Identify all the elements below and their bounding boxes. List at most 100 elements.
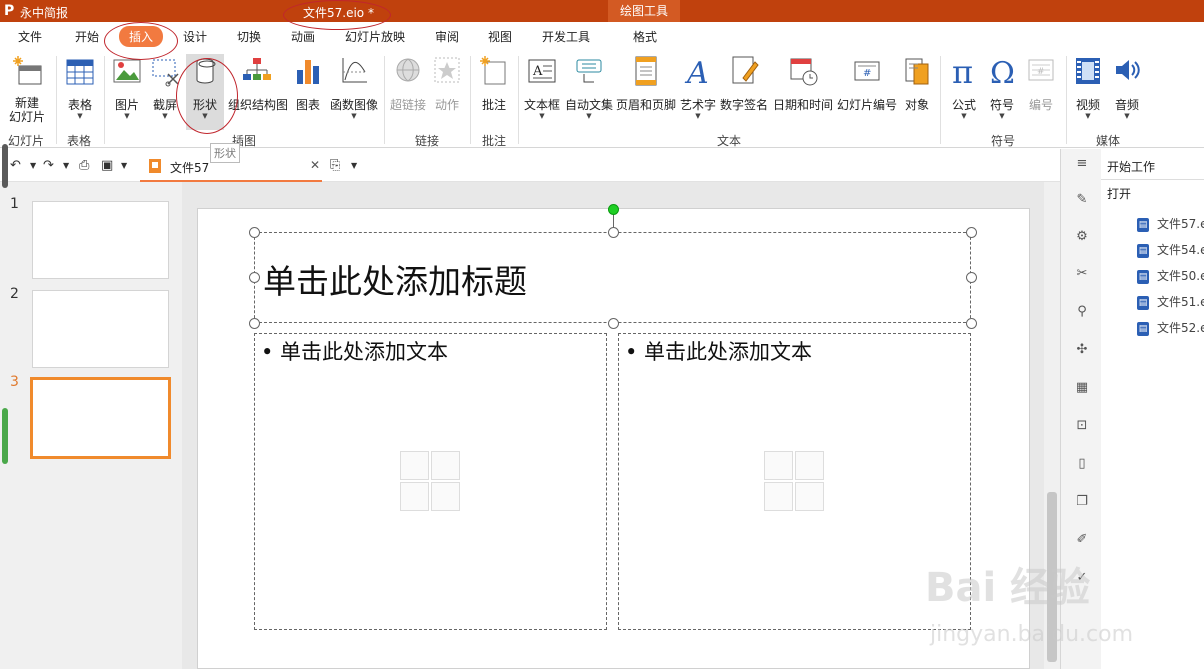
tab-animations[interactable]: 动画 — [291, 28, 315, 45]
tab-format[interactable]: 格式 — [633, 28, 657, 45]
sliders-icon[interactable]: ⚙ — [1075, 230, 1089, 244]
undo-dropdown-icon[interactable]: ▼ — [30, 161, 36, 170]
grid-icon[interactable]: ▦ — [1075, 381, 1089, 395]
pin-icon[interactable]: ⚲ — [1075, 305, 1089, 319]
new-slide-button[interactable]: 新建 幻灯片 — [4, 54, 50, 130]
open-label[interactable]: 打开 — [1107, 185, 1131, 202]
chevron-down-icon: ▼ — [999, 112, 1005, 120]
resize-handle[interactable] — [966, 227, 977, 238]
formula-button[interactable]: π 公式 ▼ — [946, 54, 982, 130]
insert-media-icon[interactable] — [795, 482, 824, 511]
chevron-down-icon: ▼ — [961, 112, 967, 120]
date-time-button[interactable]: 日期和时间 — [772, 54, 834, 130]
autotext-button[interactable]: 自动文集 ▼ — [564, 54, 614, 130]
tab-review[interactable]: 审阅 — [435, 28, 459, 45]
tab-home[interactable]: 开始 — [75, 28, 99, 45]
panel-resize-handle[interactable] — [2, 144, 8, 188]
chevron-down-icon: ▼ — [77, 112, 83, 120]
resize-icon[interactable]: ⊡ — [1075, 419, 1089, 433]
svg-text:#: # — [863, 68, 871, 79]
pencil-icon[interactable]: ✎ — [1075, 193, 1089, 207]
digital-signature-button[interactable]: 数字签名 — [718, 54, 770, 130]
content-placeholder-left[interactable]: • 单击此处添加文本 — [254, 333, 607, 630]
resize-handle[interactable] — [249, 318, 260, 329]
content-placeholder-left-text: • 单击此处添加文本 — [261, 340, 449, 364]
puzzle-icon[interactable]: ✣ — [1075, 343, 1089, 357]
action-button[interactable]: 动作 — [430, 54, 464, 130]
recent-file-name: 文件50.e — [1157, 269, 1204, 283]
panel-menu-icon[interactable]: ≡ — [1075, 157, 1089, 171]
title-placeholder[interactable]: 单击此处添加标题 — [254, 232, 971, 323]
tab-slideshow[interactable]: 幻灯片放映 — [345, 28, 405, 45]
object-button[interactable]: 对象 — [900, 54, 934, 130]
chevron-down-icon: ▼ — [695, 112, 701, 120]
slide-thumbnail-2[interactable] — [32, 290, 169, 368]
slide-number-icon: # — [854, 61, 880, 81]
recent-file-item[interactable]: ▤ 文件57.e — [1137, 215, 1204, 232]
resize-handle[interactable] — [608, 318, 619, 329]
resize-handle[interactable] — [249, 227, 260, 238]
symbol-label: 符号 — [989, 98, 1014, 112]
new-document-icon[interactable]: ⎘ — [330, 158, 340, 173]
close-icon[interactable]: ✕ — [310, 158, 320, 172]
tab-view[interactable]: 视图 — [488, 28, 512, 45]
content-placeholder-right-text: • 单击此处添加文本 — [625, 340, 813, 364]
insert-picture-icon[interactable] — [400, 482, 429, 511]
resize-handle[interactable] — [966, 318, 977, 329]
picture-button[interactable]: 图片 ▼ — [110, 54, 144, 130]
recent-file-item[interactable]: ▤ 文件51.e — [1137, 293, 1204, 310]
content-placeholder-right[interactable]: • 单击此处添加文本 — [618, 333, 971, 630]
quick-access-bar: ↶ ▼ ↷ ▼ ⎙ ▣ ▼ 文件57 ✕ ⎘ ▼ — [0, 149, 1060, 182]
insert-chart-icon[interactable] — [795, 451, 824, 480]
recent-file-item[interactable]: ▤ 文件52.e — [1137, 319, 1204, 336]
rotation-handle[interactable] — [608, 204, 619, 215]
textbox-icon: A — [528, 59, 556, 83]
new-document-dropdown-icon[interactable]: ▼ — [351, 161, 357, 170]
tab-developer[interactable]: 开发工具 — [542, 28, 590, 45]
separator — [384, 56, 385, 144]
recent-file-item[interactable]: ▤ 文件54.e — [1137, 241, 1204, 258]
resize-handle[interactable] — [966, 272, 977, 283]
textbox-button[interactable]: A 文本框 ▼ — [522, 54, 562, 130]
insert-table-icon[interactable] — [400, 451, 429, 480]
function-graph-button[interactable]: 函数图像 ▼ — [328, 54, 380, 130]
slide-thumbnail-1[interactable] — [32, 201, 169, 279]
copy-icon[interactable]: ❐ — [1075, 495, 1089, 509]
autotext-label: 自动文集 — [564, 98, 613, 112]
recent-file-item[interactable]: ▤ 文件50.e — [1137, 267, 1204, 284]
slide-number: 2 — [10, 286, 19, 302]
audio-button[interactable]: 音频 ▼ — [1108, 54, 1146, 130]
comment-button[interactable]: 批注 — [476, 54, 512, 130]
tab-file[interactable]: 文件 — [18, 28, 42, 45]
slide-number-button[interactable]: # 幻灯片编号 — [836, 54, 898, 130]
tab-transitions[interactable]: 切换 — [237, 28, 261, 45]
tools-icon[interactable]: ✂ — [1075, 267, 1089, 281]
tab-design[interactable]: 设计 — [183, 28, 207, 45]
clipboard-icon[interactable]: ▯ — [1075, 457, 1089, 471]
object-label: 对象 — [904, 98, 929, 112]
panel-scroll-indicator[interactable] — [2, 408, 8, 464]
resize-handle[interactable] — [608, 227, 619, 238]
video-button[interactable]: 视频 ▼ — [1070, 54, 1106, 130]
insert-chart-icon[interactable] — [431, 451, 460, 480]
header-footer-button[interactable]: 页眉和页脚 — [616, 54, 676, 130]
insert-table-icon[interactable] — [764, 451, 793, 480]
redo-dropdown-icon[interactable]: ▼ — [63, 161, 69, 170]
save-icon[interactable]: ▣ — [101, 158, 113, 173]
edit-icon[interactable]: ✐ — [1075, 533, 1089, 547]
redo-icon[interactable]: ↷ — [43, 158, 54, 173]
insert-picture-icon[interactable] — [764, 482, 793, 511]
wordart-button[interactable]: A 艺术字 ▼ — [680, 54, 716, 130]
chevron-down-icon: ▼ — [1085, 112, 1091, 120]
customize-dropdown-icon[interactable]: ▼ — [121, 161, 127, 170]
undo-icon[interactable]: ↶ — [10, 158, 21, 173]
hyperlink-button[interactable]: 超链接 — [388, 54, 428, 130]
slide-thumbnail-3[interactable] — [30, 377, 171, 459]
insert-media-icon[interactable] — [431, 482, 460, 511]
print-preview-icon[interactable]: ⎙ — [79, 158, 89, 173]
chart-button[interactable]: 图表 — [290, 54, 326, 130]
table-button[interactable]: 表格 ▼ — [62, 54, 98, 130]
symbol-button[interactable]: Ω 符号 ▼ — [984, 54, 1020, 130]
numbering-button[interactable]: # 编号 — [1022, 54, 1060, 130]
resize-handle[interactable] — [249, 272, 260, 283]
